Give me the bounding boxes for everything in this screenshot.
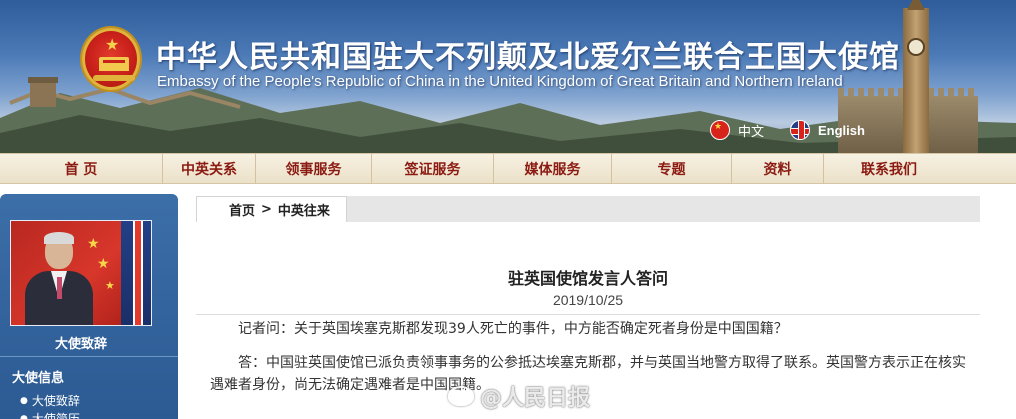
- language-chinese-link[interactable]: 中文: [710, 120, 764, 140]
- article-answer-line1: 答：中国驻英国使馆已派负责领事事务的公参抵达埃塞克斯郡，并与英国当地警方取得了联…: [238, 355, 966, 371]
- sidebar: ★ ★ ★ 大使致辞 大使信息 ● 大使致辞 ● 大使简历: [0, 194, 178, 419]
- national-emblem-icon: ★: [82, 28, 140, 90]
- sidebar-divider: [0, 356, 178, 357]
- bullet-icon: ●: [20, 413, 28, 419]
- watermark-text: @人民日报: [480, 386, 591, 411]
- header-banner: ★ 中华人民共和国驻大不列颠及北爱尔兰联合王国大使馆 Embassy of th…: [0, 0, 1016, 153]
- breadcrumb: 首页 > 中英往来: [196, 196, 347, 222]
- language-english-link[interactable]: English: [790, 120, 865, 140]
- nav-item-china-uk-relations[interactable]: 中英关系: [163, 153, 256, 184]
- nav-item-consular-services[interactable]: 领事服务: [256, 153, 372, 184]
- ambassador-photo[interactable]: ★ ★ ★: [10, 220, 152, 326]
- site-title-chinese: 中华人民共和国驻大不列颠及北爱尔兰联合王国大使馆: [156, 40, 900, 75]
- language-english-label: English: [818, 122, 865, 138]
- weibo-logo-icon: [448, 386, 474, 406]
- sidebar-item-ambassador-bio[interactable]: ● 大使简历: [20, 410, 80, 419]
- sidebar-item-label: 大使简历: [31, 412, 80, 419]
- big-ben-illustration: [903, 0, 929, 153]
- bullet-icon: ●: [20, 395, 28, 406]
- language-chinese-label: 中文: [738, 124, 765, 140]
- breadcrumb-home-link[interactable]: 首页: [229, 200, 255, 219]
- article-date: 2019/10/25: [552, 292, 624, 308]
- sidebar-heading: 大使信息: [12, 371, 65, 386]
- main-nav: 首 页 中英关系 领事服务 签证服务 媒体服务 专题 资料 联系我们: [0, 153, 1016, 184]
- china-flag-icon: [710, 120, 730, 140]
- article-answer: 答：中国驻英国使馆已派负责领事事务的公参抵达埃塞克斯郡，并与英国当地警方取得了联…: [210, 352, 978, 396]
- breadcrumb-current-link[interactable]: 中英往来: [278, 200, 330, 219]
- article-title: 驻英国使馆发言人答问: [507, 269, 668, 288]
- nav-item-resources[interactable]: 资料: [732, 153, 824, 184]
- article-answer-line2: 遇难者身份，尚无法确定遇难者是中国国籍。: [210, 377, 490, 393]
- nav-item-media-services[interactable]: 媒体服务: [494, 153, 612, 184]
- nav-item-visa-services[interactable]: 签证服务: [372, 153, 494, 184]
- article-divider: [196, 314, 980, 315]
- site-title-english: Embassy of the People's Republic of Chin…: [157, 73, 843, 90]
- ambassador-photo-caption[interactable]: 大使致辞: [10, 333, 152, 352]
- article-question: 记者问：关于英国埃塞克斯郡发现39人死亡的事件，中方能否确定死者身份是中国国籍？: [238, 321, 788, 337]
- nav-item-home[interactable]: 首 页: [0, 153, 163, 184]
- nav-item-contact-us[interactable]: 联系我们: [824, 153, 954, 184]
- sidebar-item-label: 大使致辞: [31, 394, 80, 408]
- breadcrumb-separator: >: [261, 202, 272, 217]
- nav-item-topics[interactable]: 专题: [612, 153, 732, 184]
- sidebar-item-ambassador-remarks[interactable]: ● 大使致辞: [20, 392, 80, 409]
- uk-flag-icon: [790, 120, 810, 140]
- watermark: @人民日报: [448, 380, 590, 412]
